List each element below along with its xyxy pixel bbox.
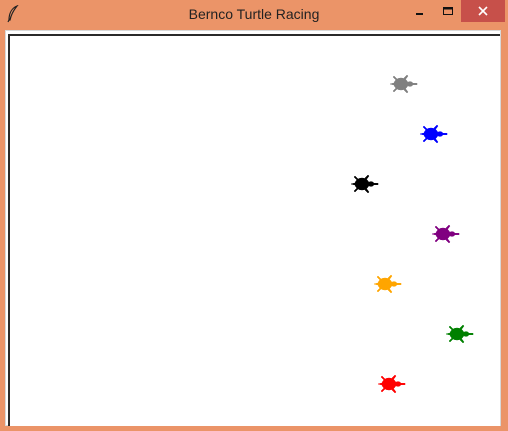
- race-canvas[interactable]: [8, 34, 500, 426]
- maximize-icon: [443, 7, 453, 15]
- minimize-button[interactable]: [405, 0, 435, 22]
- feather-icon: [7, 5, 19, 23]
- title-bar[interactable]: Bernco Turtle Racing: [0, 0, 508, 28]
- turtle-blue: [419, 124, 448, 144]
- minimize-icon: [416, 13, 423, 15]
- turtle-black: [350, 174, 379, 194]
- app-window: Bernco Turtle Racing: [0, 0, 508, 431]
- race-canvas-frame: [5, 30, 501, 426]
- turtle-orange: [373, 274, 402, 294]
- turtle-red: [377, 374, 406, 394]
- maximize-button[interactable]: [435, 0, 461, 22]
- close-icon: [478, 6, 488, 16]
- turtle-purple: [431, 224, 460, 244]
- turtle-green: [445, 324, 474, 344]
- close-button[interactable]: [461, 0, 505, 22]
- turtle-gray: [389, 74, 418, 94]
